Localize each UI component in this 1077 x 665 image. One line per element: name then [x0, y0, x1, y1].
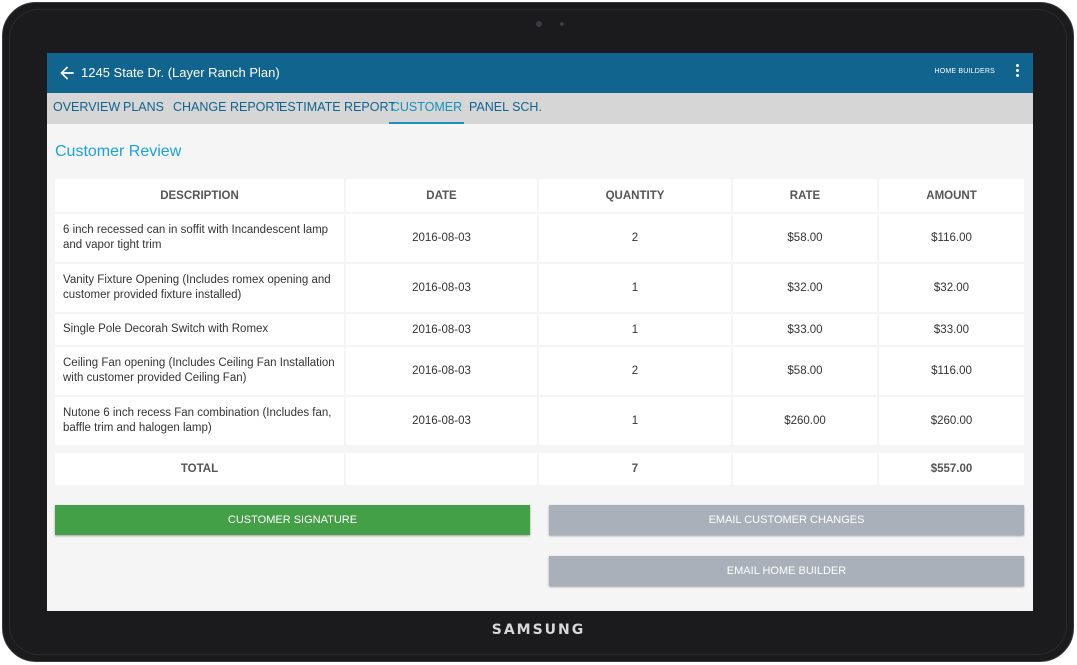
table-row: 6 inch recessed can in soffit with Incan… — [55, 213, 1024, 264]
cell-rate: $58.00 — [732, 346, 879, 397]
arrow-back-icon[interactable] — [57, 63, 77, 83]
cell-amount: $32.00 — [878, 263, 1024, 314]
header-amount: AMOUNT — [878, 179, 1024, 214]
section-title: Customer Review — [55, 143, 182, 160]
tab-change-report[interactable]: CHANGE REPORT — [173, 93, 282, 124]
cell-description: Ceiling Fan opening (Includes Ceiling Fa… — [55, 346, 346, 397]
page-title: 1245 State Dr. (Layer Ranch Plan) — [81, 65, 280, 80]
tab-panel-sch[interactable]: PANEL SCH. — [469, 93, 542, 124]
cell-date: 2016-08-03 — [345, 346, 539, 397]
customer-signature-button[interactable]: CUSTOMER SIGNATURE — [55, 505, 530, 535]
more-vert-icon[interactable] — [1013, 64, 1021, 82]
cell-date: 2016-08-03 — [345, 396, 539, 447]
cell-description: Vanity Fixture Opening (Includes romex o… — [55, 263, 346, 314]
email-home-builder-button[interactable]: EMAIL HOME BUILDER — [549, 556, 1024, 586]
cell-quantity: 2 — [538, 213, 733, 264]
cell-date: 2016-08-03 — [345, 313, 539, 347]
tablet-frame: SAMSUNG 1245 State Dr. (Layer Ranch Plan… — [0, 0, 1077, 665]
cell-description: 6 inch recessed can in soffit with Incan… — [55, 213, 346, 264]
cell-quantity: 1 — [538, 313, 733, 347]
cell-date: 2016-08-03 — [345, 263, 539, 314]
tab-customer[interactable]: CUSTOMER — [389, 93, 464, 124]
cell-description: Nutone 6 inch recess Fan combination (In… — [55, 396, 346, 447]
cell-rate: $260.00 — [732, 396, 879, 447]
cell-quantity: 1 — [538, 263, 733, 314]
total-label: TOTAL — [55, 453, 346, 485]
home-builders-button[interactable]: HOME BUILDERS — [934, 68, 995, 75]
tab-overview[interactable]: OVERVIEW — [53, 93, 120, 124]
header-quantity: QUANTITY — [538, 179, 733, 214]
camera-icon — [536, 21, 542, 27]
tab-bar: OVERVIEW PLANS CHANGE REPORT ESTIMATE RE… — [47, 93, 1033, 124]
cell-rate: $58.00 — [732, 213, 879, 264]
table-row: Single Pole Decorah Switch with Romex 20… — [55, 313, 1024, 347]
cell-rate: $33.00 — [732, 313, 879, 347]
table-row: Nutone 6 inch recess Fan combination (In… — [55, 396, 1024, 447]
email-customer-changes-button[interactable]: EMAIL CUSTOMER CHANGES — [549, 505, 1024, 535]
tab-estimate-report[interactable]: ESTIMATE REPORT — [279, 93, 396, 124]
total-date-empty — [345, 453, 539, 485]
device-brand: SAMSUNG — [491, 622, 586, 638]
total-amount: $557.00 — [878, 453, 1024, 485]
tab-plans[interactable]: PLANS — [123, 93, 164, 124]
cell-amount: $116.00 — [878, 213, 1024, 264]
cell-quantity: 2 — [538, 346, 733, 397]
app-bar: 1245 State Dr. (Layer Ranch Plan) HOME B… — [47, 53, 1033, 93]
app-screen: 1245 State Dr. (Layer Ranch Plan) HOME B… — [47, 53, 1033, 611]
sensor-icon — [560, 22, 564, 26]
cell-date: 2016-08-03 — [345, 213, 539, 264]
cell-description: Single Pole Decorah Switch with Romex — [55, 313, 346, 347]
cell-amount: $33.00 — [878, 313, 1024, 347]
table-header-row: DESCRIPTION DATE QUANTITY RATE AMOUNT — [55, 179, 1024, 214]
total-table: TOTAL 7 $557.00 — [55, 453, 1024, 485]
header-description: DESCRIPTION — [55, 179, 346, 214]
cell-quantity: 1 — [538, 396, 733, 447]
cell-amount: $260.00 — [878, 396, 1024, 447]
review-table: DESCRIPTION DATE QUANTITY RATE AMOUNT 6 … — [55, 179, 1024, 447]
total-rate-empty — [732, 453, 879, 485]
total-row: TOTAL 7 $557.00 — [55, 453, 1024, 485]
table-row: Ceiling Fan opening (Includes Ceiling Fa… — [55, 346, 1024, 397]
total-quantity: 7 — [538, 453, 733, 485]
cell-amount: $116.00 — [878, 346, 1024, 397]
header-rate: RATE — [732, 179, 879, 214]
table-row: Vanity Fixture Opening (Includes romex o… — [55, 263, 1024, 314]
cell-rate: $32.00 — [732, 263, 879, 314]
header-date: DATE — [345, 179, 539, 214]
